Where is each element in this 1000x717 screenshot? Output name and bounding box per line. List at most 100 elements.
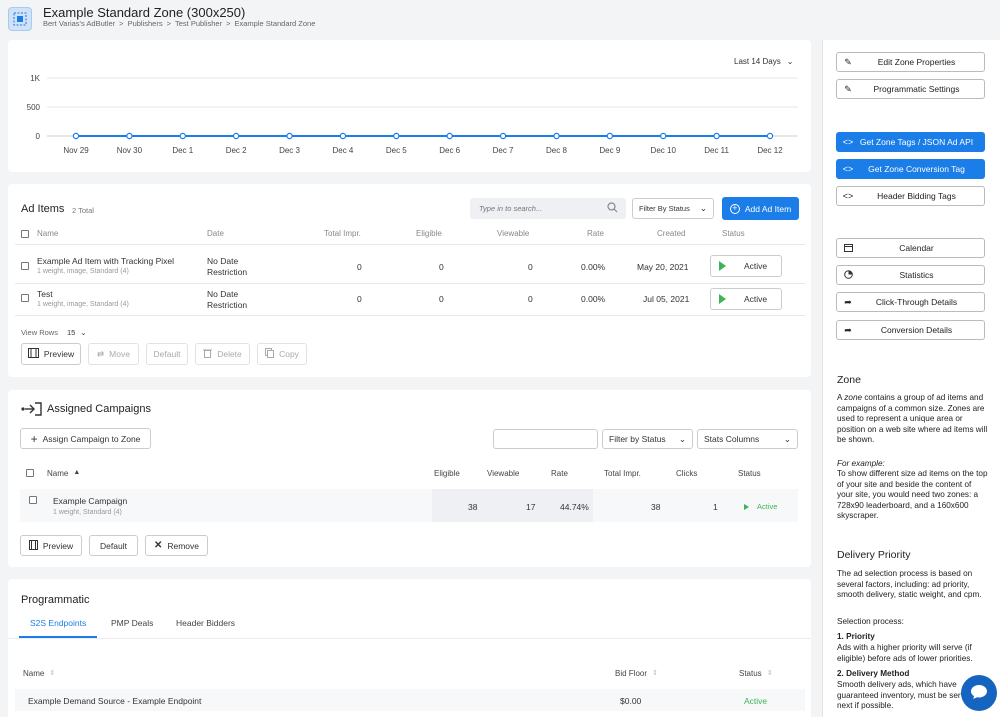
ad-item-name[interactable]: Example Ad Item with Tracking Pixel: [37, 256, 174, 266]
add-ad-item-button[interactable]: + Add Ad Item: [722, 197, 799, 220]
copy-label: Copy: [279, 349, 299, 359]
edit-zone-properties-button[interactable]: ✎ Edit Zone Properties: [836, 52, 985, 72]
view-rows-label: View Rows: [21, 328, 58, 337]
col-name[interactable]: Name: [37, 229, 58, 238]
ad-item-status-button[interactable]: Active: [710, 255, 782, 277]
campaigns-filter-select[interactable]: Filter by Status ⌄: [602, 429, 693, 449]
ad-item-rate: 0.00%: [581, 262, 606, 272]
view-rows-select[interactable]: 15 ⌄: [67, 328, 87, 337]
col-status[interactable]: Status: [722, 229, 745, 238]
ad-item-name[interactable]: Test: [37, 289, 53, 299]
col-name[interactable]: Name ▲: [47, 469, 80, 478]
calendar-icon: [837, 243, 859, 254]
get-zone-conversion-tag-button[interactable]: <> Get Zone Conversion Tag: [836, 159, 985, 179]
calendar-button[interactable]: Calendar: [836, 238, 985, 258]
select-all-checkbox[interactable]: [26, 469, 34, 477]
data-point: [232, 132, 240, 140]
trash-icon: [203, 348, 213, 360]
col-eligible[interactable]: Eligible: [434, 469, 460, 478]
sort-icon: ⇕: [49, 670, 56, 677]
data-point: [713, 132, 720, 140]
play-icon: [744, 503, 749, 510]
default-label: Default: [153, 349, 181, 359]
col-name[interactable]: Name ⇕: [23, 669, 55, 678]
endpoint-status: Active: [744, 696, 768, 706]
col-eligible[interactable]: Eligible: [416, 229, 442, 238]
col-viewable[interactable]: Viewable: [497, 229, 529, 238]
row-checkbox[interactable]: [21, 294, 29, 302]
data-point: [339, 132, 347, 140]
ad-items-filter-select[interactable]: Filter By Status ⌄: [632, 198, 714, 219]
col-total-impr[interactable]: Total Impr.: [604, 469, 641, 478]
tab-s2s-endpoints[interactable]: S2S Endpoints: [30, 618, 86, 628]
tab-header-bidders[interactable]: Header Bidders: [176, 618, 235, 628]
stats-columns-select[interactable]: Stats Columns ⌄: [697, 429, 798, 449]
x-tick-label: Dec 9: [599, 146, 620, 155]
programmatic-settings-button[interactable]: ✎ Programmatic Settings: [836, 79, 985, 99]
col-clicks[interactable]: Clicks: [676, 469, 697, 478]
remove-button[interactable]: ✕ Remove: [145, 535, 208, 556]
preview-button[interactable]: Preview: [20, 535, 82, 556]
data-point: [606, 132, 614, 140]
col-rate[interactable]: Rate: [551, 469, 568, 478]
header-bidding-tags-button[interactable]: <> Header Bidding Tags: [836, 186, 985, 206]
campaign-viewable: 17: [526, 502, 536, 512]
x-tick-label: Dec 1: [172, 146, 193, 155]
zone-help-text: A zone contains a group of ad items and …: [837, 393, 989, 446]
play-icon: [719, 294, 726, 304]
col-total-impr[interactable]: Total Impr.: [324, 229, 361, 238]
x-tick-label: Dec 7: [493, 146, 514, 155]
ad-items-search-input[interactable]: [470, 198, 600, 219]
step1-title: 1. Priority: [837, 632, 875, 641]
preview-button[interactable]: Preview: [21, 343, 81, 365]
col-bid-floor[interactable]: Bid Floor ⇕: [615, 669, 658, 678]
chevron-down-icon: ⌄: [699, 203, 707, 213]
campaign-status[interactable]: Active: [744, 502, 777, 511]
data-point: [286, 132, 293, 140]
ad-items-search[interactable]: [470, 198, 626, 219]
row-checkbox[interactable]: [29, 496, 37, 504]
campaign-eligible: 38: [468, 502, 478, 512]
col-date[interactable]: Date: [207, 229, 224, 238]
priority-text: The ad selection process is based on sev…: [837, 569, 982, 599]
x-tick-label: Dec 3: [279, 146, 300, 155]
campaign-name[interactable]: Example Campaign: [53, 496, 127, 506]
endpoint-name[interactable]: Example Demand Source - Example Endpoint: [28, 696, 201, 706]
col-status[interactable]: Status: [738, 469, 761, 478]
ad-item-date: No Date: [207, 256, 239, 266]
campaign-row: [20, 489, 798, 522]
col-rate[interactable]: Rate: [587, 229, 604, 238]
delete-button[interactable]: Delete: [195, 343, 250, 365]
x-tick-label: Dec 8: [546, 146, 567, 155]
assign-campaign-button[interactable]: + Assign Campaign to Zone: [20, 428, 151, 449]
copy-button[interactable]: Copy: [257, 343, 307, 365]
stats-columns-label: Stats Columns: [704, 434, 760, 444]
close-icon: ✕: [153, 540, 163, 551]
status-label: Active: [757, 502, 778, 511]
calendar-label: Calendar: [899, 243, 934, 253]
move-button[interactable]: ⇄ Move: [88, 343, 139, 365]
click-through-details-button[interactable]: ➦ Click-Through Details: [836, 292, 985, 312]
chat-launcher-button[interactable]: [961, 675, 997, 711]
ad-item-sub: 1 weight, image, Standard (4): [37, 301, 129, 308]
get-zone-tags-button[interactable]: <> Get Zone Tags / JSON Ad API: [836, 132, 985, 152]
default-button[interactable]: Default: [146, 343, 188, 365]
x-tick-label: Nov 29: [63, 146, 89, 155]
col-name-label: Name: [47, 469, 69, 478]
default-button[interactable]: Default: [89, 535, 138, 556]
conversion-details-button[interactable]: ➦ Conversion Details: [836, 320, 985, 340]
x-tick-label: Dec 11: [704, 146, 729, 155]
row-checkbox[interactable]: [21, 262, 29, 270]
tab-pmp-deals[interactable]: PMP Deals: [111, 618, 153, 628]
search-icon: [607, 202, 618, 215]
preview-label: Preview: [42, 540, 74, 551]
statistics-button[interactable]: Statistics: [836, 265, 985, 285]
col-status[interactable]: Status ⇕: [739, 669, 773, 678]
chat-icon: [970, 684, 988, 702]
col-viewable[interactable]: Viewable: [487, 469, 519, 478]
select-all-checkbox[interactable]: [21, 230, 29, 238]
data-point: [553, 132, 560, 140]
col-created[interactable]: Created: [657, 229, 685, 238]
ad-item-status-button[interactable]: Active: [710, 288, 782, 310]
campaigns-search-input[interactable]: [493, 429, 598, 449]
